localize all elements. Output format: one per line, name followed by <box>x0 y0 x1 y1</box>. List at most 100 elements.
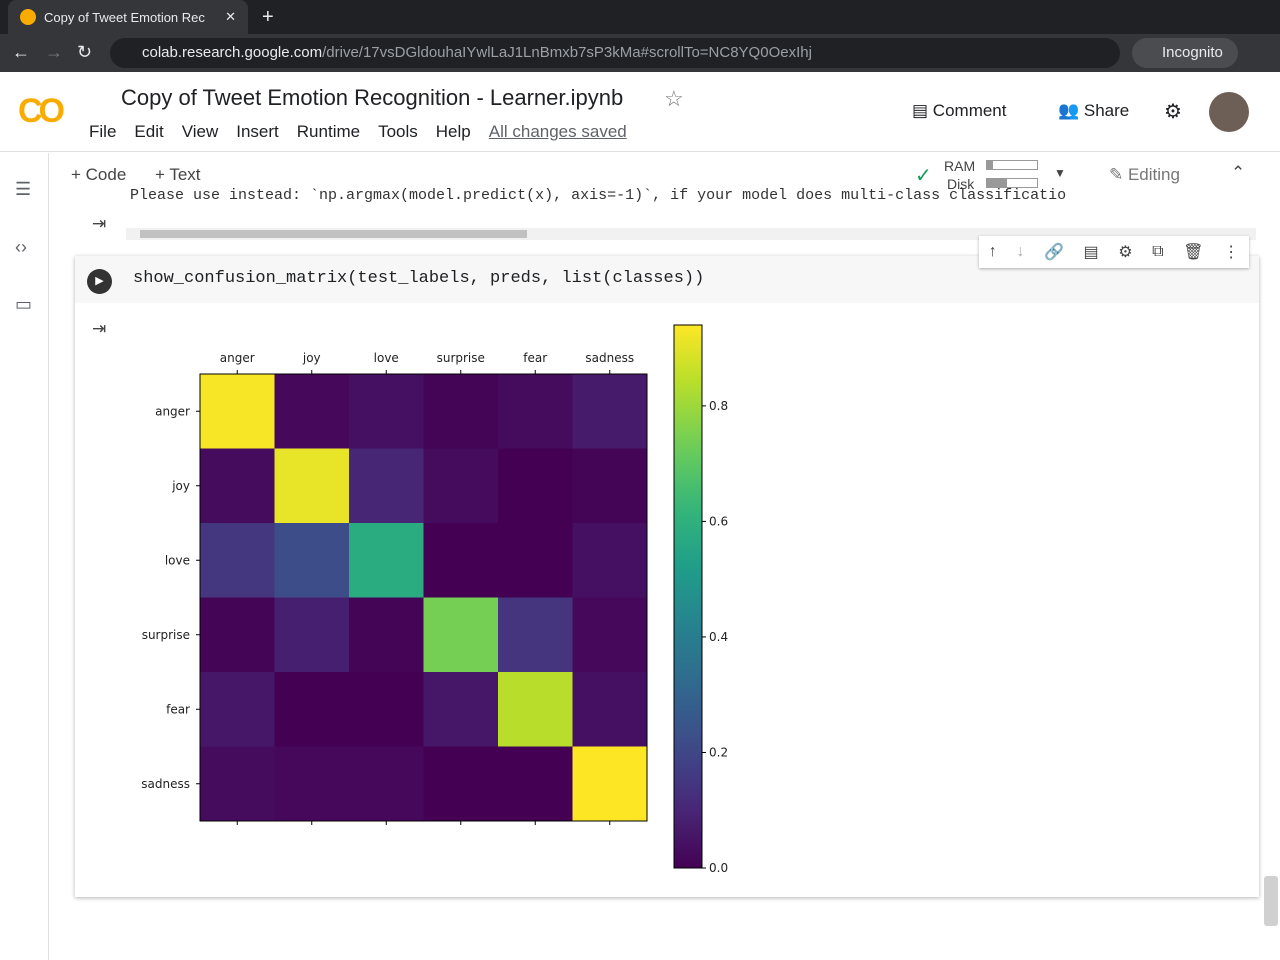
settings-gear-icon[interactable]: ⚙ <box>1164 99 1182 124</box>
back-icon[interactable]: ← <box>12 42 30 63</box>
matrix-cell <box>200 374 275 449</box>
x-tick-label: anger <box>220 351 255 365</box>
confusion-matrix-chart: anger anger joy joy love love surprise surprise… <box>141 324 728 875</box>
menu-runtime[interactable]: Runtime <box>297 122 360 142</box>
new-tab-button[interactable]: + <box>262 6 274 29</box>
matrix-cell <box>572 746 648 822</box>
matrix-cell <box>498 523 573 598</box>
menu-help[interactable]: Help <box>436 122 471 142</box>
comment-button[interactable]: ▤ Comment <box>912 101 1006 121</box>
run-cell-button[interactable]: ▶ <box>87 269 112 294</box>
browser-tabbar: Copy of Tweet Emotion Rec ✕ + <box>0 0 1280 34</box>
matrix-cell <box>274 448 350 524</box>
matrix-cell <box>423 523 499 598</box>
matrix-cell <box>349 448 424 524</box>
matrix-cell <box>349 523 424 598</box>
matrix-cell <box>349 746 424 822</box>
vertical-scrollbar[interactable] <box>1264 876 1278 926</box>
notebook-title[interactable]: Copy of Tweet Emotion Recognition - Lear… <box>121 85 623 111</box>
toc-icon[interactable]: ☰ <box>15 179 31 200</box>
colorbar-tick-label: 0.6 <box>709 514 728 528</box>
matrix-cell <box>572 523 648 598</box>
matrix-cell <box>572 448 648 524</box>
close-tab-icon[interactable]: ✕ <box>225 9 236 25</box>
matrix-cell <box>349 672 424 747</box>
menu-edit[interactable]: Edit <box>134 122 163 142</box>
add-code-button[interactable]: + Code <box>71 165 126 185</box>
matrix-cell <box>423 374 499 449</box>
x-tick-label: sadness <box>585 351 634 365</box>
matrix-cell <box>498 746 573 822</box>
matrix-cell <box>572 597 648 673</box>
incognito-badge[interactable]: Incognito <box>1132 38 1238 68</box>
matrix-cell <box>349 374 424 449</box>
matrix-cell <box>200 746 275 822</box>
output-icon[interactable]: ⇥ <box>92 319 106 339</box>
star-icon[interactable]: ☆ <box>664 86 684 112</box>
colorbar <box>673 324 703 869</box>
menu-view[interactable]: View <box>182 122 219 142</box>
avatar[interactable] <box>1209 92 1249 132</box>
y-tick-label: fear <box>166 702 190 716</box>
more-options-icon[interactable]: ⋮ <box>1223 242 1239 262</box>
menu-tools[interactable]: Tools <box>378 122 418 142</box>
matrix-cell <box>274 672 350 747</box>
matrix-cell <box>274 374 350 449</box>
move-down-icon[interactable]: ↓ <box>1016 243 1024 261</box>
menu-insert[interactable]: Insert <box>236 122 279 142</box>
y-tick-label: anger <box>155 404 190 418</box>
matrix-cell <box>200 448 275 524</box>
browser-tab[interactable]: Copy of Tweet Emotion Rec ✕ <box>8 0 248 34</box>
files-folder-icon[interactable]: ▭ <box>15 294 32 315</box>
colab-favicon-icon <box>20 9 36 25</box>
matrix-cell <box>349 597 424 673</box>
y-tick-label: love <box>165 553 190 567</box>
add-text-button[interactable]: + Text <box>155 165 201 185</box>
code-snippets-icon[interactable]: ‹› <box>15 237 27 258</box>
ram-label: RAM <box>944 158 976 174</box>
code-text[interactable]: show_confusion_matrix(test_labels, preds… <box>133 269 704 288</box>
editing-mode-button[interactable]: ✎ Editing <box>1109 165 1180 185</box>
matrix-cell <box>423 746 499 822</box>
matrix-cell <box>572 374 648 449</box>
matrix-cell <box>274 597 350 673</box>
colab-header: CO Copy of Tweet Emotion Recognition - L… <box>0 72 1280 152</box>
move-up-icon[interactable]: ↑ <box>989 243 997 261</box>
colorbar-tick-label: 0.8 <box>709 399 728 413</box>
save-status[interactable]: All changes saved <box>489 122 627 142</box>
mirror-cell-icon[interactable]: ⧉ <box>1152 243 1163 261</box>
menu-file[interactable]: File <box>89 122 116 142</box>
x-tick-label: surprise <box>437 351 485 365</box>
matrix-cell <box>498 374 573 449</box>
matrix-cell <box>200 672 275 747</box>
forward-icon[interactable]: → <box>45 42 63 63</box>
matrix-cell <box>274 523 350 598</box>
runtime-dropdown-icon[interactable]: ▼ <box>1054 166 1066 180</box>
collapse-header-icon[interactable]: ⌃ <box>1231 163 1245 183</box>
share-button[interactable]: 👥 Share <box>1058 101 1129 121</box>
comment-icon[interactable]: ▤ <box>1084 242 1099 262</box>
matrix-cell <box>274 746 350 822</box>
output-icon[interactable]: ⇥ <box>92 214 106 234</box>
link-icon[interactable]: 🔗 <box>1044 242 1064 262</box>
matrix-cell <box>423 597 499 673</box>
url-input[interactable]: colab.research.google.com/drive/17vsDGld… <box>110 38 1120 68</box>
matrix-cell <box>200 523 275 598</box>
matrix-cell <box>572 672 648 747</box>
colorbar-tick-label: 0.2 <box>709 745 728 759</box>
colorbar-tick-label: 0.0 <box>709 861 728 875</box>
delete-icon[interactable]: 🗑 <box>1183 242 1203 262</box>
matrix-cell <box>423 448 499 524</box>
x-tick-label: fear <box>523 351 547 365</box>
reload-icon[interactable]: ↻ <box>77 42 92 63</box>
menu-bar: File Edit View Insert Runtime Tools Help… <box>89 122 627 142</box>
ram-usage-bar[interactable] <box>986 160 1038 170</box>
address-bar-area: ← → ↻ colab.research.google.com/drive/17… <box>0 34 1280 72</box>
y-tick-label: surprise <box>142 628 190 642</box>
cell-settings-icon[interactable]: ⚙ <box>1118 242 1132 262</box>
x-tick-label: love <box>374 351 399 365</box>
colab-logo[interactable]: CO <box>18 92 65 131</box>
matrix-cell <box>498 672 573 747</box>
x-tick-label: joy <box>302 351 321 365</box>
cell-toolbar: ↑ ↓ 🔗 ▤ ⚙ ⧉ 🗑 ⋮ <box>979 236 1249 268</box>
